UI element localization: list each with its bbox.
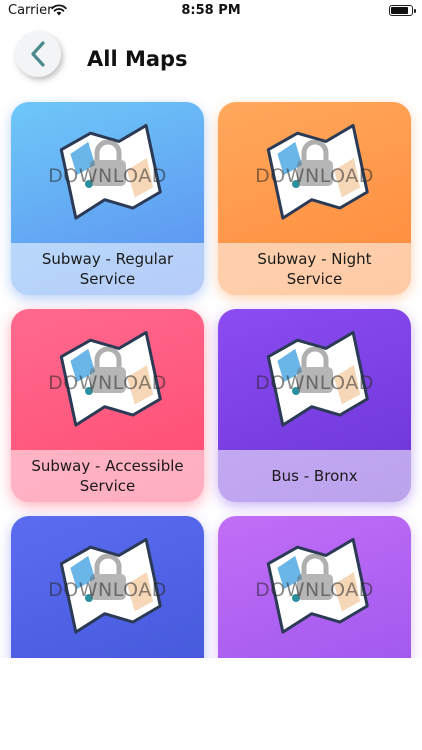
download-overlay-text: DOWNLOAD — [48, 579, 167, 601]
card-label: Subway - Accessible Service — [31, 457, 184, 495]
card-label: Subway - Regular Service — [41, 250, 174, 288]
card-label-bar: Subway - Night Service — [218, 243, 411, 295]
card-label: Bus - Bronx — [271, 467, 358, 485]
download-overlay-text: DOWNLOAD — [255, 579, 374, 601]
map-card-6[interactable]: DOWNLOAD — [218, 516, 411, 658]
back-button[interactable] — [15, 31, 61, 77]
card-label: Subway - Night Service — [257, 250, 372, 288]
maps-grid: DOWNLOAD Subway - Regular Service DOWNLO… — [0, 96, 422, 658]
map-card-5[interactable]: DOWNLOAD — [11, 516, 204, 658]
map-card-subway-regular[interactable]: DOWNLOAD Subway - Regular Service — [11, 102, 204, 295]
battery-icon — [389, 5, 416, 16]
battery-level — [391, 7, 408, 14]
card-label-bar: Subway - Regular Service — [11, 243, 204, 295]
card-label-bar: Bus - Bronx — [218, 450, 411, 502]
download-overlay-text: DOWNLOAD — [255, 165, 374, 187]
download-overlay-text: DOWNLOAD — [48, 372, 167, 394]
page-title: All Maps — [87, 47, 188, 71]
card-label-bar: Subway - Accessible Service — [11, 450, 204, 502]
download-overlay-text: DOWNLOAD — [255, 372, 374, 394]
download-overlay-text: DOWNLOAD — [48, 165, 167, 187]
map-card-subway-accessible[interactable]: DOWNLOAD Subway - Accessible Service — [11, 309, 204, 502]
map-card-bus-bronx[interactable]: DOWNLOAD Bus - Bronx — [218, 309, 411, 502]
map-card-subway-night[interactable]: DOWNLOAD Subway - Night Service — [218, 102, 411, 295]
status-time: 8:58 PM — [181, 3, 241, 18]
status-bar: Carrier 8:58 PM — [0, 0, 422, 24]
chevron-left-icon — [31, 41, 45, 67]
